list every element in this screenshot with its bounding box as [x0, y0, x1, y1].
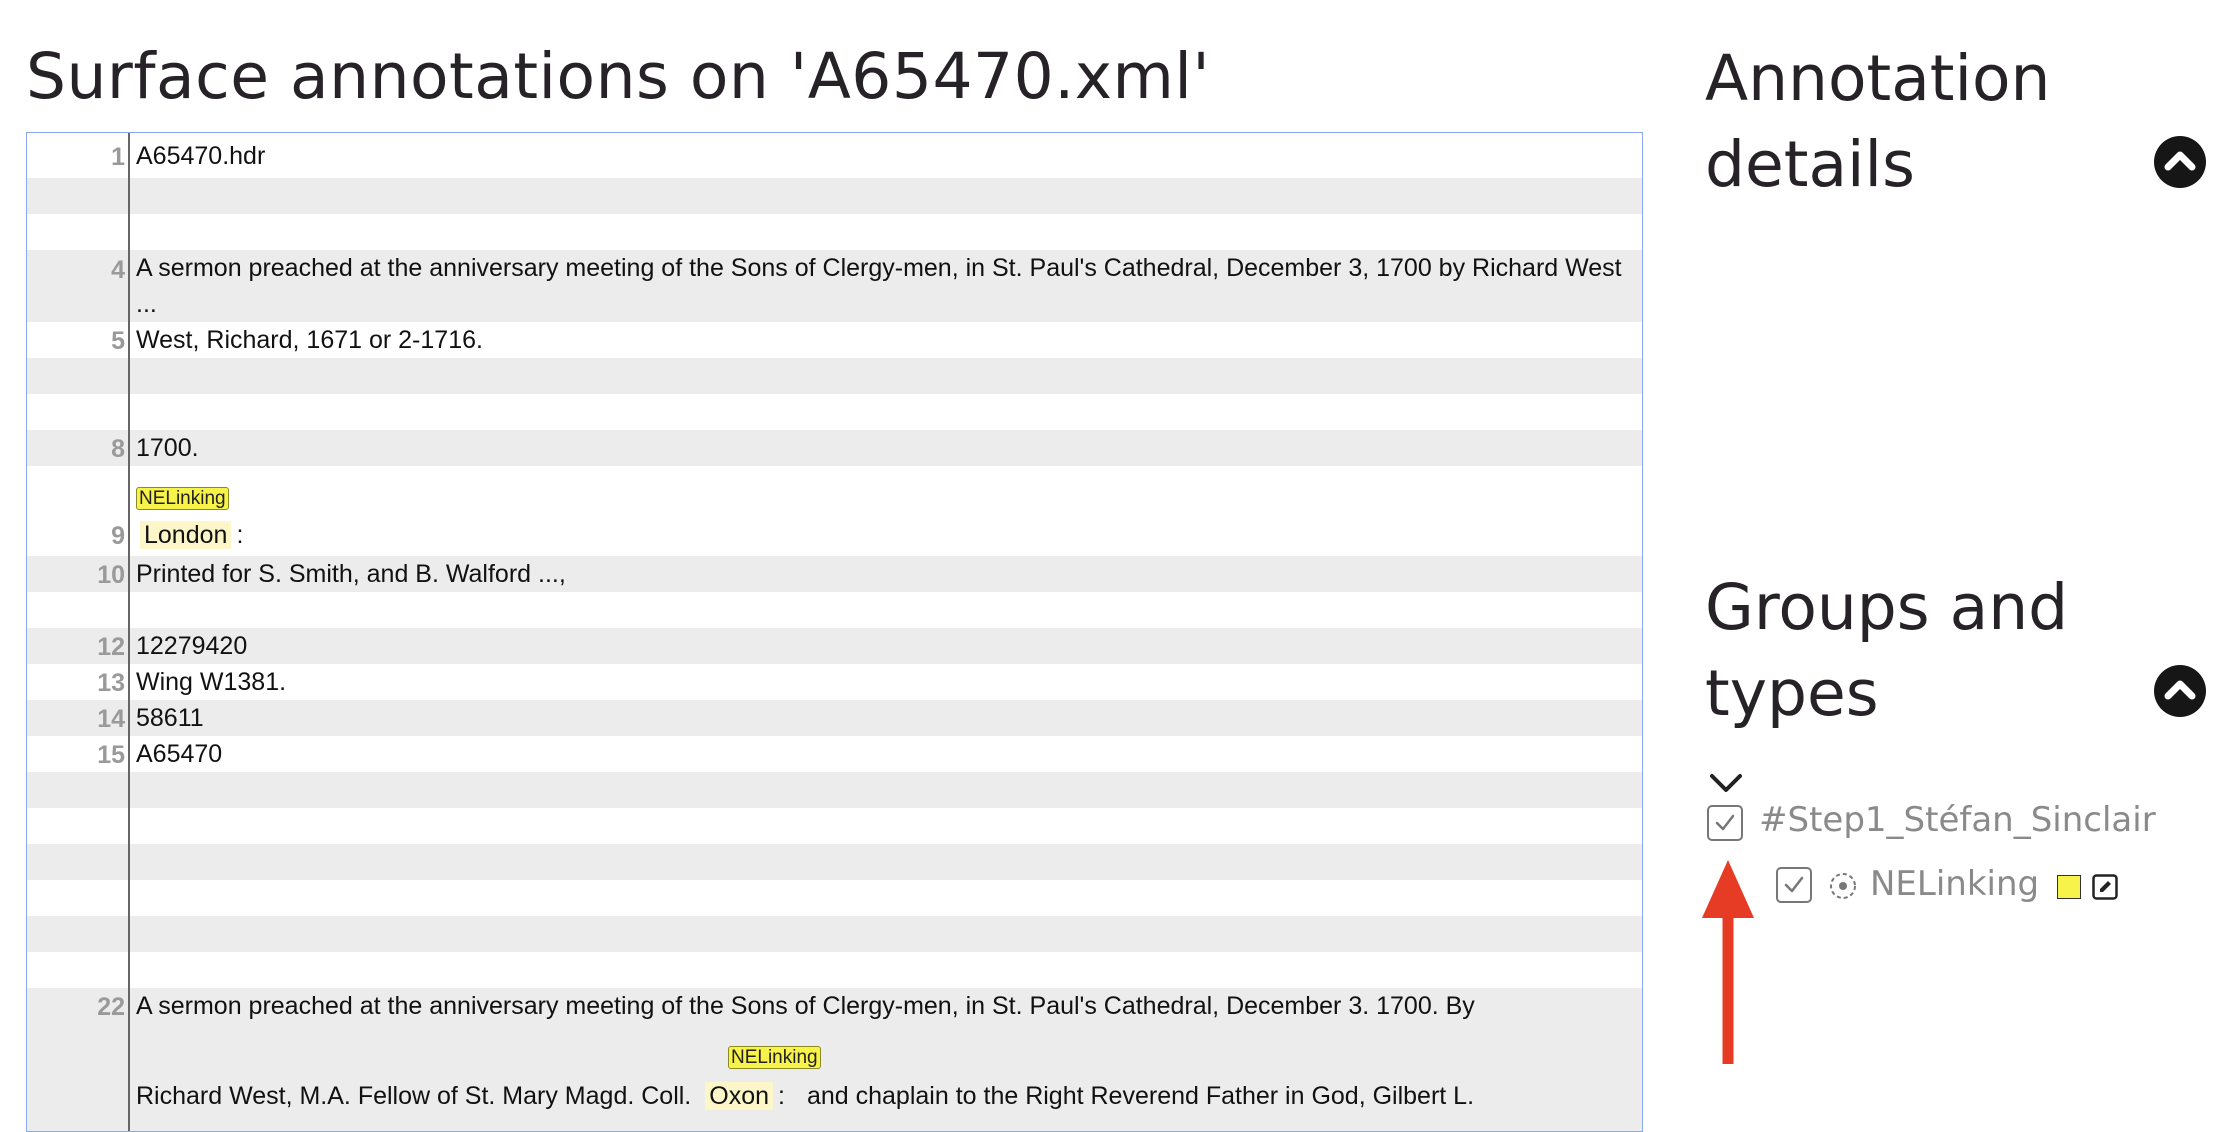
annotated-span[interactable]: Oxon	[705, 1082, 774, 1110]
line-row[interactable]: 8 1700.	[27, 430, 1642, 466]
line-text[interactable]: A sermon preached at the anniversary mee…	[136, 250, 1634, 322]
line-row[interactable]: 1 A65470.hdr	[27, 133, 1642, 178]
line-number: 8	[111, 435, 125, 463]
line-row	[27, 592, 1642, 628]
annotation-details-heading: Annotation details	[1705, 42, 2051, 201]
line-number: 4	[111, 256, 125, 284]
checkbox-checked-icon	[1715, 814, 1735, 831]
spinner-icon	[1830, 873, 1856, 899]
type-checkbox[interactable]	[1776, 867, 1812, 903]
line-row[interactable]: 12 12279420	[27, 628, 1642, 664]
line-row	[27, 880, 1642, 916]
line-row[interactable]: 4 A sermon preached at the anniversary m…	[27, 250, 1642, 322]
chevron-down-icon	[1710, 774, 1742, 792]
line-row[interactable]: 22 A sermon preached at the anniversary …	[27, 988, 1642, 1131]
line-row	[27, 844, 1642, 880]
group-checkbox[interactable]	[1707, 805, 1743, 841]
line-row	[27, 178, 1642, 214]
line-text[interactable]: 1700.	[136, 430, 1634, 466]
type-color-swatch[interactable]	[2057, 875, 2081, 899]
line-text-after: :	[778, 1082, 785, 1110]
line-row	[27, 214, 1642, 250]
document-viewer[interactable]: 1 A65470.hdr 4 A sermon preached at the …	[26, 132, 1643, 1132]
line-number: 5	[111, 327, 125, 355]
line-number: 14	[97, 705, 125, 733]
line-number: 12	[97, 633, 125, 661]
line-text[interactable]: Printed for S. Smith, and B. Walford ...…	[136, 556, 1634, 592]
line-text-after: :	[236, 521, 244, 549]
line-row	[27, 358, 1642, 394]
line-row	[27, 394, 1642, 430]
line-text[interactable]: West, Richard, 1671 or 2-1716.	[136, 322, 1634, 358]
line-number: 1	[111, 143, 125, 171]
line-row[interactable]: 10 Printed for S. Smith, and B. Walford …	[27, 556, 1642, 592]
chevron-up-icon	[2164, 151, 2196, 171]
line-row	[27, 952, 1642, 988]
collapse-groups-and-types-button[interactable]	[2154, 665, 2206, 717]
line-row[interactable]: 15 A65470	[27, 736, 1642, 772]
line-number: 10	[97, 561, 125, 589]
line-row[interactable]: 13 Wing W1381.	[27, 664, 1642, 700]
chevron-up-icon	[2164, 680, 2196, 700]
checkbox-checked-icon	[1784, 876, 1804, 893]
collapse-annotation-details-button[interactable]	[2154, 136, 2206, 188]
line-text[interactable]: 58611	[136, 700, 1634, 736]
gutter-divider	[128, 133, 130, 1131]
line-text[interactable]: London:	[136, 517, 1634, 553]
line-number: 22	[97, 993, 125, 1021]
annotation-tag[interactable]: NELinking	[728, 1046, 821, 1069]
groups-and-types-heading: Groups and types	[1705, 571, 2069, 730]
line-text-rest: and chaplain to the Right Reverend Fathe…	[806, 1082, 1475, 1110]
line-row	[27, 808, 1642, 844]
group-label[interactable]: #Step1_Stéfan_Sinclair	[1759, 800, 2156, 840]
line-row[interactable]: 14 58611	[27, 700, 1642, 736]
line-row[interactable]: 5 West, Richard, 1671 or 2-1716.	[27, 322, 1642, 358]
line-text[interactable]: A65470	[136, 736, 1634, 772]
type-label[interactable]: NELinking	[1870, 864, 2039, 904]
line-row	[27, 772, 1642, 808]
line-row	[27, 916, 1642, 952]
annotated-span[interactable]: London	[140, 521, 232, 549]
line-row[interactable]: NELinking 9 London:	[27, 466, 1642, 556]
line-text[interactable]: Wing W1381.	[136, 664, 1634, 700]
line-text[interactable]: A65470.hdr	[136, 138, 1634, 174]
arrow-up-icon	[1702, 860, 1754, 1064]
annotation-tag[interactable]: NELinking	[136, 487, 229, 510]
line-number: 9	[111, 522, 125, 550]
line-text-before: Richard West, M.A. Fellow of St. Mary Ma…	[136, 1082, 692, 1110]
page-title: Surface annotations on 'A65470.xml'	[26, 40, 1211, 113]
line-text[interactable]: A sermon preached at the anniversary mee…	[136, 988, 1634, 1024]
edit-icon[interactable]	[2092, 874, 2118, 900]
group-expand-toggle[interactable]	[1708, 770, 1744, 800]
line-number: 13	[97, 669, 125, 697]
line-text-continued[interactable]: Richard West, M.A. Fellow of St. Mary Ma…	[136, 1078, 1634, 1114]
line-number: 15	[97, 741, 125, 769]
line-text[interactable]: 12279420	[136, 628, 1634, 664]
